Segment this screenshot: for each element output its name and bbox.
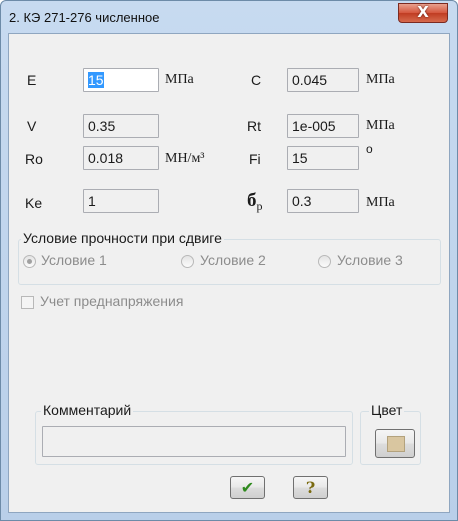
input-fi[interactable]: 15 bbox=[287, 146, 359, 170]
input-e-value: 15 bbox=[88, 72, 104, 88]
prestress-label: Учет преднапряжения bbox=[40, 293, 184, 309]
input-e[interactable]: 15 bbox=[83, 68, 159, 92]
title-bar[interactable]: 2. КЭ 271-276 численное X bbox=[1, 1, 457, 33]
unit-e: МПа bbox=[165, 72, 194, 87]
radio-condition-1-label: Условие 1 bbox=[41, 252, 107, 268]
label-sigma-sub: р bbox=[256, 199, 263, 213]
radio-condition-3-label: Условие 3 bbox=[337, 252, 403, 268]
label-e: E bbox=[27, 72, 37, 88]
comment-input[interactable] bbox=[42, 426, 346, 457]
input-v[interactable]: 0.35 bbox=[83, 114, 159, 138]
color-button[interactable] bbox=[375, 429, 415, 458]
question-icon: ? bbox=[305, 478, 316, 497]
prestress-checkbox[interactable] bbox=[21, 296, 34, 309]
label-v: V bbox=[27, 118, 37, 134]
unit-fi: о bbox=[366, 142, 373, 156]
unit-sigma: МПа bbox=[366, 195, 395, 210]
color-swatch bbox=[387, 436, 405, 452]
input-ke[interactable]: 1 bbox=[83, 189, 159, 213]
label-rt: Rt bbox=[247, 118, 261, 134]
dialog-body: E 15 МПа V 0.35 Ro 0.018 МН/м³ Ke 1 C 0.… bbox=[8, 33, 450, 513]
window-title: 2. КЭ 271-276 численное bbox=[9, 10, 160, 25]
input-c[interactable]: 0.045 bbox=[287, 68, 359, 92]
label-sigma-main: б bbox=[247, 190, 257, 211]
label-sigma: бр bbox=[247, 190, 263, 214]
radio-condition-1[interactable] bbox=[23, 255, 36, 268]
radio-condition-2[interactable] bbox=[181, 255, 194, 268]
label-fi: Fi bbox=[249, 151, 261, 167]
radio-dot bbox=[27, 259, 32, 264]
label-ro: Ro bbox=[25, 151, 43, 167]
ok-button[interactable]: ✔ bbox=[230, 476, 265, 499]
unit-c: МПа bbox=[366, 72, 395, 87]
comment-title: Комментарий bbox=[41, 402, 134, 418]
unit-rt: МПа bbox=[366, 118, 395, 133]
close-icon: X bbox=[417, 3, 429, 21]
color-title: Цвет bbox=[369, 402, 405, 418]
input-rt[interactable]: 1e-005 bbox=[287, 114, 359, 138]
radio-condition-3[interactable] bbox=[318, 255, 331, 268]
radio-condition-2-label: Условие 2 bbox=[200, 252, 266, 268]
checkmark-icon: ✔ bbox=[240, 478, 255, 497]
dialog-window: 2. КЭ 271-276 численное X E 15 МПа V 0.3… bbox=[0, 0, 458, 521]
input-ro[interactable]: 0.018 bbox=[83, 146, 159, 170]
help-button[interactable]: ? bbox=[293, 476, 328, 499]
unit-ro: МН/м³ bbox=[165, 151, 205, 166]
close-button[interactable]: X bbox=[398, 3, 448, 23]
shear-condition-title: Условие прочности при сдвиге bbox=[21, 230, 224, 246]
label-ke: Ke bbox=[25, 195, 43, 211]
input-sigma[interactable]: 0.3 bbox=[287, 189, 359, 213]
label-c: C bbox=[251, 72, 262, 88]
